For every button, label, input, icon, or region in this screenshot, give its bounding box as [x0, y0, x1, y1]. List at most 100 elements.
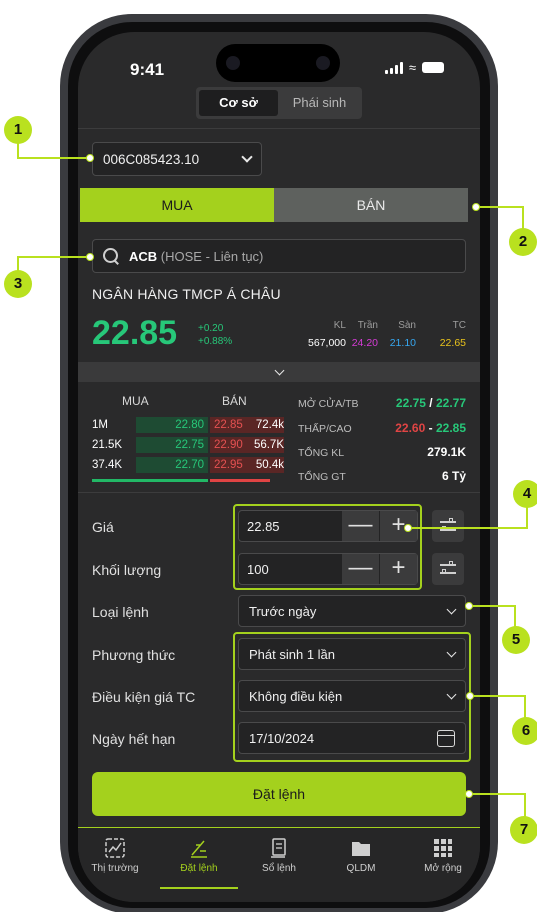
total-val-value: 6 Tỷ [441, 469, 466, 483]
tab-label: Mở rộng [424, 863, 462, 874]
total-vol-value: 279.1K [427, 445, 466, 459]
low-high-label: THẤP/CAO [298, 423, 352, 435]
tab-watchlist[interactable]: QLDM [326, 837, 396, 874]
callout-7: 7 [510, 816, 537, 844]
bid-price[interactable]: 22.75 [136, 437, 208, 453]
quantity-settings-button[interactable] [432, 553, 464, 585]
callout-6: 6 [512, 717, 537, 745]
ceiling-header: Trần [357, 320, 378, 331]
expand-toggle[interactable] [78, 362, 480, 382]
bid-price[interactable]: 22.80 [136, 417, 208, 433]
buy-tab[interactable]: MUA [80, 188, 274, 222]
callout-dot [465, 602, 473, 610]
callout-dot [465, 790, 473, 798]
divider [78, 492, 480, 493]
kl-value: 567,000 [308, 337, 346, 349]
bid-strength-bar [92, 479, 208, 482]
reference-header: TC [452, 320, 466, 331]
total-vol-label: TỔNG KL [298, 447, 345, 459]
tab-derivative[interactable]: Phái sinh [280, 90, 359, 116]
expiry-label: Ngày hết hạn [92, 731, 176, 747]
callout-1: 1 [4, 116, 32, 144]
callout-line [17, 256, 19, 272]
callout-dot [466, 692, 474, 700]
sell-tab[interactable]: BÁN [274, 188, 468, 222]
market-segment: Cơ sở Phái sinh [196, 87, 362, 119]
orderbook-row: 21.5K 22.75 22.90 56.7K [92, 437, 284, 453]
callout-dot [86, 253, 94, 261]
chart-icon [104, 837, 126, 859]
tabbar-border [78, 827, 480, 828]
tab-spot[interactable]: Cơ sở [199, 90, 278, 116]
callout-line [522, 206, 524, 230]
ask-volume: 56.7K [253, 439, 284, 451]
folder-icon [350, 837, 372, 859]
battery-icon [422, 62, 444, 73]
callout-line [514, 605, 516, 628]
sliders-icon [449, 518, 453, 522]
floor-header: Sàn [398, 320, 416, 331]
callout-dot [404, 524, 412, 532]
bid-price[interactable]: 22.70 [136, 457, 208, 473]
sliders-icon [449, 561, 453, 565]
app-screen: 9:41 ≈ Cơ sở Phái sinh 006C085423.10 MUA… [78, 32, 480, 902]
bid-volume: 37.4K [92, 459, 123, 471]
orderbook-icon [268, 837, 290, 859]
tab-order[interactable]: Đặt lệnh [164, 837, 234, 874]
tab-label: QLDM [346, 863, 376, 874]
dash: - [428, 421, 433, 435]
price-label: Giá [92, 519, 114, 535]
ticker: ACB [129, 248, 158, 264]
low-high-value: 22.60 - 22.85 [395, 421, 466, 435]
side-toggle: MUA BÁN [80, 188, 468, 222]
orderbook-row: 37.4K 22.70 22.95 50.4k [92, 457, 284, 473]
callout-dot [472, 203, 480, 211]
tab-order-book[interactable]: Sổ lệnh [244, 837, 314, 874]
order-type-label: Loại lệnh [92, 604, 149, 620]
order-icon [188, 837, 210, 859]
tab-label: Đặt lệnh [180, 863, 218, 874]
callout-line [524, 793, 526, 818]
symbol-search[interactable]: ACB (HOSE - Liên tục) [92, 239, 466, 273]
grid-icon [432, 837, 454, 859]
bottom-tab-bar: Thị trường Đặt lệnh Sổ lệnh QLDM Mở rộng [78, 827, 480, 902]
condition-label: Điều kiện giá TC [92, 689, 196, 705]
callout-line [478, 206, 524, 208]
bid-volume: 1M [92, 419, 108, 431]
place-order-button[interactable]: Đặt lệnh [92, 772, 466, 816]
account-select[interactable]: 006C085423.10 [92, 142, 262, 176]
chevron-down-icon [241, 151, 253, 163]
tab-more[interactable]: Mở rộng [408, 837, 478, 874]
callout-line [472, 695, 526, 697]
sensor-icon [316, 56, 330, 70]
tab-market[interactable]: Thị trường [80, 837, 150, 874]
open-avg-label: MỞ CỬA/TB [298, 398, 359, 410]
callout-line [17, 256, 91, 258]
chevron-down-icon [274, 365, 284, 375]
callout-5: 5 [502, 626, 530, 654]
callout-3: 3 [4, 270, 32, 298]
signal-icon [384, 61, 403, 74]
order-type-value: Trước ngày [249, 603, 317, 619]
callout-line [17, 157, 91, 159]
orderbook-row: 1M 22.80 22.85 72.4k [92, 417, 284, 433]
callout-line [470, 605, 516, 607]
separator: / [429, 396, 433, 410]
floor-value: 21.10 [389, 337, 416, 349]
callout-line [470, 793, 526, 795]
high-value: 22.85 [435, 421, 466, 435]
status-time: 9:41 [130, 60, 165, 79]
chevron-down-icon [446, 604, 457, 614]
low-value: 22.60 [395, 421, 426, 435]
callout-2: 2 [509, 228, 537, 256]
order-type-select[interactable]: Trước ngày [238, 595, 466, 627]
total-val-label: TỔNG GT [298, 471, 346, 483]
dynamic-island [216, 44, 340, 82]
quantity-label: Khối lượng [92, 562, 162, 578]
price-settings-button[interactable] [432, 510, 464, 542]
avg-value: 22.77 [435, 396, 466, 410]
price-change: +0.20 +0.88% [198, 322, 232, 348]
bid-volume: 21.5K [92, 439, 123, 451]
account-id: 006C085423.10 [103, 151, 200, 167]
callout-line [17, 143, 19, 158]
